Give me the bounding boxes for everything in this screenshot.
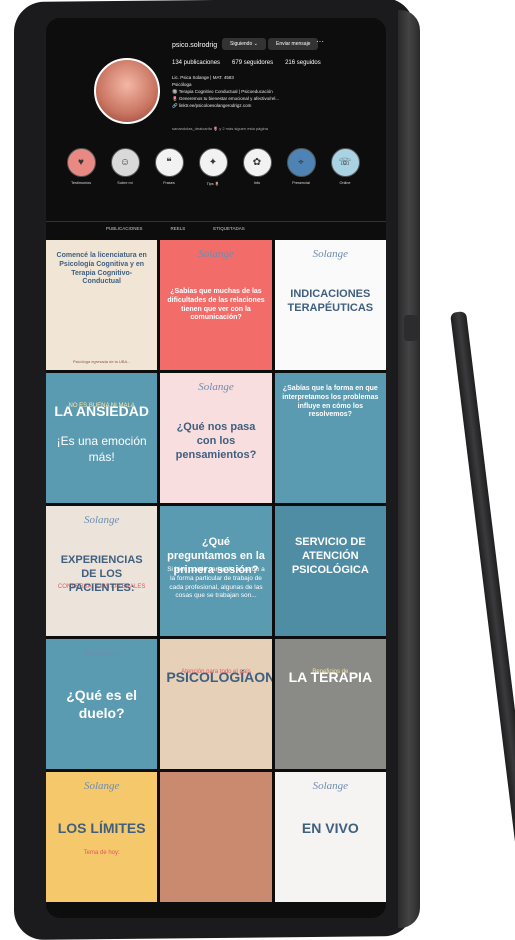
- post-tile[interactable]: Solange ¿Sabías que muchas de las dificul…: [160, 240, 272, 370]
- highlight-item[interactable]: ✿ Info: [242, 148, 272, 186]
- post-body: Si bien puede variar de acuerdo a la for…: [167, 566, 265, 600]
- post-tile[interactable]: Solange Tema de hoy: LOS LÍMITES: [46, 772, 158, 902]
- profile-username: psico.solrodrig: [172, 42, 218, 49]
- post-logo: Solange: [198, 381, 234, 393]
- post-tile[interactable]: [160, 772, 272, 902]
- post-subtitle: Tema de hoy:: [83, 850, 120, 856]
- profile-bio: Lic. Psica Solange | MAT. 4583 Psicóloga…: [172, 74, 342, 109]
- profile-header: psico.solrodrig Siguiendo ⌄ Enviar mensa…: [46, 18, 386, 243]
- tab-posts[interactable]: PUBLICACIONES: [106, 226, 143, 231]
- post-title: EXPERIENCIAS DE LOS PACIENTES:: [60, 554, 143, 594]
- stylus-pen: [450, 311, 515, 899]
- tab-divider: [46, 221, 386, 222]
- posts-grid: Comencé la licenciatura en Psicología Co…: [46, 240, 386, 902]
- post-tile[interactable]: Solange ¿Qué nos pasa con los pensamiento…: [160, 373, 272, 503]
- profile-icon: ☺: [110, 148, 140, 177]
- post-tile[interactable]: ¿Qué preguntamos en la primera sesión? Si…: [160, 506, 272, 636]
- highlight-item[interactable]: ✦ Tips 🌷: [198, 148, 228, 186]
- post-tile[interactable]: Beneficios de LA TERAPIA: [274, 639, 386, 769]
- phone-side-edge: [398, 10, 420, 928]
- tab-tagged[interactable]: ETIQUETADAS: [213, 226, 244, 231]
- highlight-label: Sobre mí: [117, 181, 133, 185]
- bulb-icon: ✦: [198, 148, 228, 177]
- post-tile[interactable]: Solange EN VIVO: [274, 772, 386, 902]
- post-tile[interactable]: Comencé la licenciatura en Psicología Co…: [46, 240, 158, 370]
- bio-link[interactable]: 🔗 linktr.ee/psicoloesolangerodrigz.com: [172, 102, 342, 109]
- followers-count[interactable]: 679 seguidores: [232, 60, 273, 66]
- bio-line: 🔘 Terapia Cognitivo Conductual | Psicoed…: [172, 89, 273, 94]
- post-logo: Solange: [312, 780, 349, 792]
- post-tile[interactable]: ¿Sabías que la forma en que interpretamo…: [274, 373, 386, 503]
- bio-line: Lic. Psica Solange | MAT. 4583: [172, 75, 234, 80]
- post-logo: Solange: [83, 514, 120, 526]
- highlight-item[interactable]: ❝ Frases: [154, 148, 184, 186]
- post-tile[interactable]: Solange INDICACIONES TERAPÉUTICAS: [274, 240, 386, 370]
- post-tile[interactable]: Solange ¿Qué es el duelo?: [46, 639, 158, 769]
- post-title: ¿Sabías que la forma en que interpretamo…: [282, 385, 379, 419]
- bio-line: Psicóloga: [172, 82, 192, 87]
- post-title: LA ANSIEDAD: [54, 403, 149, 419]
- phone-screen: psico.solrodrig Siguiendo ⌄ Enviar mensa…: [46, 18, 386, 918]
- post-title: Comencé la licenciatura en Psicología Co…: [56, 252, 147, 286]
- more-options-icon[interactable]: ···: [316, 37, 324, 46]
- bio-line: 🌷 Generemos tu bienestar emocional y afe…: [172, 96, 280, 101]
- post-logo: Solange: [198, 248, 234, 260]
- highlight-label: Online: [339, 181, 351, 185]
- post-title: EN VIVO: [301, 820, 359, 836]
- story-highlights: ♥ Testimonios ☺ Sobre mí ❝ Frases ✦ Tips 🌷 ✿ Info…: [66, 148, 360, 186]
- highlight-item[interactable]: ♥ Testimonios: [66, 148, 96, 186]
- post-tile[interactable]: Solange CONVERSATIONS LATERALES EXPERIENCI…: [46, 506, 158, 636]
- profile-stats: 134 publicaciones 679 seguidores 216 seg…: [172, 60, 321, 66]
- post-tile[interactable]: SERVICIO DE ATENCIÓN PSICOLÓGICA: [274, 506, 386, 636]
- post-title: PSICOLOGÍAONLINE: [166, 669, 272, 685]
- post-title: ¿Qué es el duelo?: [66, 687, 138, 721]
- following-button[interactable]: Siguiendo ⌄: [222, 38, 266, 50]
- profile-avatar[interactable]: [94, 58, 160, 124]
- post-logo: Solange: [312, 248, 349, 260]
- post-tile[interactable]: Atención para todo el paísPSICOLOGÍAONLI…: [160, 639, 272, 769]
- highlight-label: Presencial: [292, 181, 310, 185]
- highlight-label: Tips 🌷: [206, 182, 220, 186]
- post-body: ¡Es una emoción más!: [56, 434, 147, 465]
- posts-count[interactable]: 134 publicaciones: [172, 60, 220, 66]
- post-title: LOS LÍMITES: [57, 820, 146, 836]
- post-title: ¿Qué nos pasa con los pensamientos?: [175, 421, 257, 461]
- highlight-item[interactable]: ⌖ Presencial: [286, 148, 316, 186]
- tab-reels[interactable]: REELS: [171, 226, 186, 231]
- post-title: SERVICIO DE ATENCIÓN PSICOLÓGICA: [291, 536, 369, 576]
- post-logo: Solange: [83, 647, 120, 659]
- profile-tabs: PUBLICACIONES REELS ETIQUETADAS: [106, 226, 245, 231]
- post-logo: Solange: [83, 780, 120, 792]
- post-caption: Psicóloga egresada de la UBA...: [72, 359, 131, 364]
- following-count[interactable]: 216 seguidos: [285, 60, 321, 66]
- highlight-item[interactable]: ☏ Online: [330, 148, 360, 186]
- online-icon: ☏: [330, 148, 360, 177]
- highlight-label: Testimonios: [70, 181, 92, 185]
- post-title: LA TERAPIA: [288, 669, 373, 685]
- highlight-label: Frases: [163, 181, 175, 185]
- followed-by-text[interactable]: sanandolas_dealcarita 🌷 y 2 más siguen e…: [172, 126, 268, 131]
- send-message-button[interactable]: Enviar mensaje: [268, 38, 319, 50]
- quote-icon: ❝: [154, 148, 184, 177]
- highlight-label: Info: [253, 181, 261, 185]
- post-title: ¿Sabías que muchas de las dificultades d…: [167, 288, 265, 322]
- pen-clip: [404, 315, 418, 341]
- location-icon: ⌖: [286, 148, 316, 177]
- brain-icon: ✿: [242, 148, 272, 177]
- highlight-item[interactable]: ☺ Sobre mí: [110, 148, 140, 186]
- heart-hands-icon: ♥: [66, 148, 96, 177]
- post-title: INDICACIONES TERAPÉUTICAS: [287, 288, 374, 314]
- post-tile[interactable]: NO ES BUENA NI MALA LA ANSIEDAD ¡Es una em…: [46, 373, 158, 503]
